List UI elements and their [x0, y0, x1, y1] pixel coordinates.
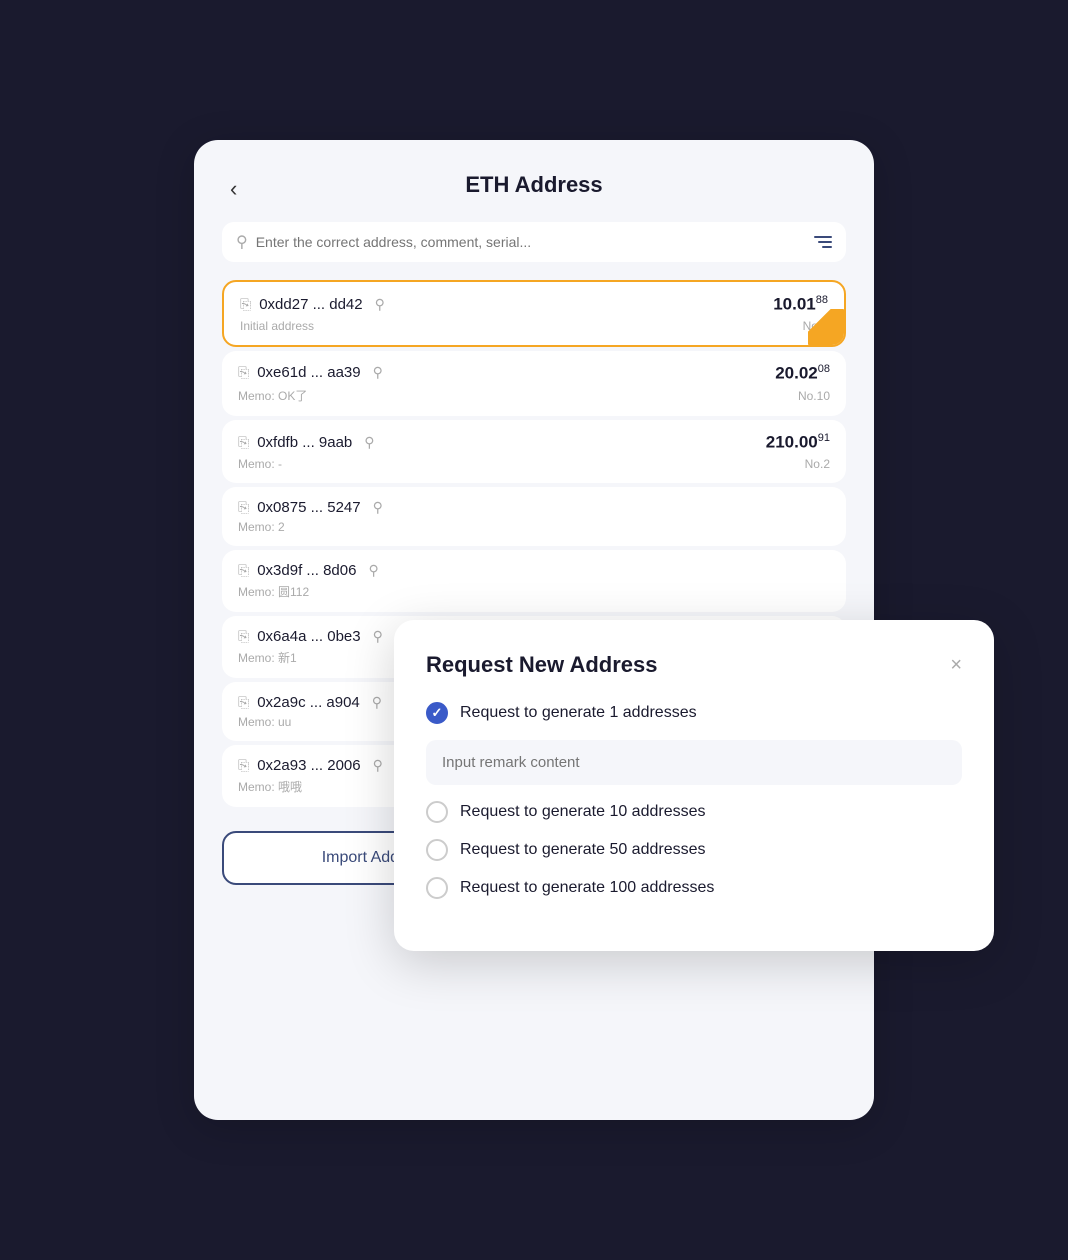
address-text: 0x0875 ... 5247 [257, 499, 360, 516]
address-item-top: ⎘ 0xfdfb ... 9aab ⚲ 210.0091 [238, 432, 830, 453]
address-item-top: ⎘ 0x3d9f ... 8d06 ⚲ [238, 562, 830, 579]
memo-text: Memo: OK了 [238, 387, 307, 404]
main-card: ‹ ETH Address ⚲ ⎘ 0xdd27 ... dd42 ⚲ 10.0… [194, 140, 874, 1120]
address-search-icon: ⚲ [373, 364, 383, 381]
copy-icon: ⎘ [238, 364, 249, 381]
memo-text: Memo: uu [238, 715, 291, 729]
address-text: 0x3d9f ... 8d06 [257, 562, 356, 579]
no-label: No.2 [805, 457, 830, 471]
copy-icon: ⎘ [238, 757, 249, 774]
radio-circle [426, 801, 448, 823]
remark-input[interactable] [426, 740, 962, 785]
amount: 210.0091 [766, 432, 830, 453]
radio-circle [426, 839, 448, 861]
radio-label: Request to generate 50 addresses [460, 841, 706, 859]
address-item-bottom: Memo: 2 [238, 520, 830, 534]
radio-option[interactable]: Request to generate 1 addresses [426, 702, 962, 724]
copy-icon: ⎘ [238, 562, 249, 579]
address-item[interactable]: ⎘ 0x0875 ... 5247 ⚲ Memo: 2 [222, 487, 846, 546]
radio-option[interactable]: Request to generate 10 addresses [426, 801, 962, 823]
address-item[interactable]: ⎘ 0x3d9f ... 8d06 ⚲ Memo: 圆112 [222, 550, 846, 612]
address-search-icon: ⚲ [373, 628, 383, 645]
address-left: ⎘ 0x6a4a ... 0be3 ⚲ [238, 628, 383, 645]
address-left: ⎘ 0x0875 ... 5247 ⚲ [238, 499, 383, 516]
address-item-bottom: Memo: 圆112 [238, 583, 830, 600]
memo-text: Memo: 圆112 [238, 583, 309, 600]
address-text: 0x2a9c ... a904 [257, 694, 360, 711]
address-search-icon: ⚲ [375, 296, 385, 313]
no-label: No.10 [798, 389, 830, 403]
memo-text: Memo: 2 [238, 520, 285, 534]
filter-button[interactable] [814, 236, 832, 248]
address-search-icon: ⚲ [368, 562, 378, 579]
address-text: 0x2a93 ... 2006 [257, 757, 360, 774]
radio-label: Request to generate 1 addresses [460, 704, 697, 722]
address-left: ⎘ 0x2a9c ... a904 ⚲ [238, 694, 382, 711]
address-item-bottom: Initial address No.0 [240, 319, 828, 333]
address-left: ⎘ 0xfdfb ... 9aab ⚲ [238, 434, 375, 451]
address-text: 0xfdfb ... 9aab [257, 434, 352, 451]
address-item[interactable]: ⎘ 0xdd27 ... dd42 ⚲ 10.0188 Initial addr… [222, 280, 846, 347]
radio-option[interactable]: Request to generate 100 addresses [426, 877, 962, 899]
address-item[interactable]: ⎘ 0xfdfb ... 9aab ⚲ 210.0091 Memo: - No.… [222, 420, 846, 483]
address-left: ⎘ 0xe61d ... aa39 ⚲ [238, 364, 383, 381]
search-input[interactable] [256, 234, 806, 250]
amount: 20.0208 [775, 363, 830, 384]
request-address-modal: Request New Address × Request to generat… [394, 620, 994, 951]
copy-icon: ⎘ [238, 434, 249, 451]
memo-text: Memo: - [238, 457, 282, 471]
modal-close-button[interactable]: × [950, 654, 962, 677]
modal-header: Request New Address × [426, 652, 962, 678]
back-button[interactable]: ‹ [222, 172, 245, 206]
copy-icon: ⎘ [238, 499, 249, 516]
search-icon: ⚲ [236, 232, 248, 252]
address-item[interactable]: ⎘ 0xe61d ... aa39 ⚲ 20.0208 Memo: OK了 No… [222, 351, 846, 417]
filter-icon [814, 236, 832, 248]
memo-text: Initial address [240, 319, 314, 333]
memo-text: Memo: 哦哦 [238, 778, 302, 795]
radio-circle [426, 877, 448, 899]
address-search-icon: ⚲ [372, 694, 382, 711]
address-left: ⎘ 0x3d9f ... 8d06 ⚲ [238, 562, 379, 579]
radio-label: Request to generate 100 addresses [460, 879, 714, 897]
address-item-bottom: Memo: - No.2 [238, 457, 830, 471]
radio-circle [426, 702, 448, 724]
copy-icon: ⎘ [240, 296, 251, 313]
modal-options: Request to generate 1 addresses Request t… [426, 702, 962, 899]
memo-text: Memo: 新1 [238, 649, 297, 666]
search-bar: ⚲ [222, 222, 846, 262]
address-item-top: ⎘ 0xe61d ... aa39 ⚲ 20.0208 [238, 363, 830, 384]
address-item-top: ⎘ 0x0875 ... 5247 ⚲ [238, 499, 830, 516]
active-corner [808, 309, 844, 345]
address-left: ⎘ 0x2a93 ... 2006 ⚲ [238, 757, 383, 774]
page-title: ETH Address [222, 172, 846, 198]
modal-title: Request New Address [426, 652, 657, 678]
address-text: 0xe61d ... aa39 [257, 364, 360, 381]
address-search-icon: ⚲ [364, 434, 374, 451]
copy-icon: ⎘ [238, 694, 249, 711]
address-item-bottom: Memo: OK了 No.10 [238, 387, 830, 404]
address-text: 0xdd27 ... dd42 [259, 296, 362, 313]
address-item-top: ⎘ 0xdd27 ... dd42 ⚲ 10.0188 [240, 294, 828, 315]
address-left: ⎘ 0xdd27 ... dd42 ⚲ [240, 296, 385, 313]
radio-label: Request to generate 10 addresses [460, 803, 706, 821]
address-search-icon: ⚲ [373, 757, 383, 774]
copy-icon: ⎘ [238, 628, 249, 645]
address-search-icon: ⚲ [373, 499, 383, 516]
radio-option[interactable]: Request to generate 50 addresses [426, 839, 962, 861]
address-text: 0x6a4a ... 0be3 [257, 628, 360, 645]
